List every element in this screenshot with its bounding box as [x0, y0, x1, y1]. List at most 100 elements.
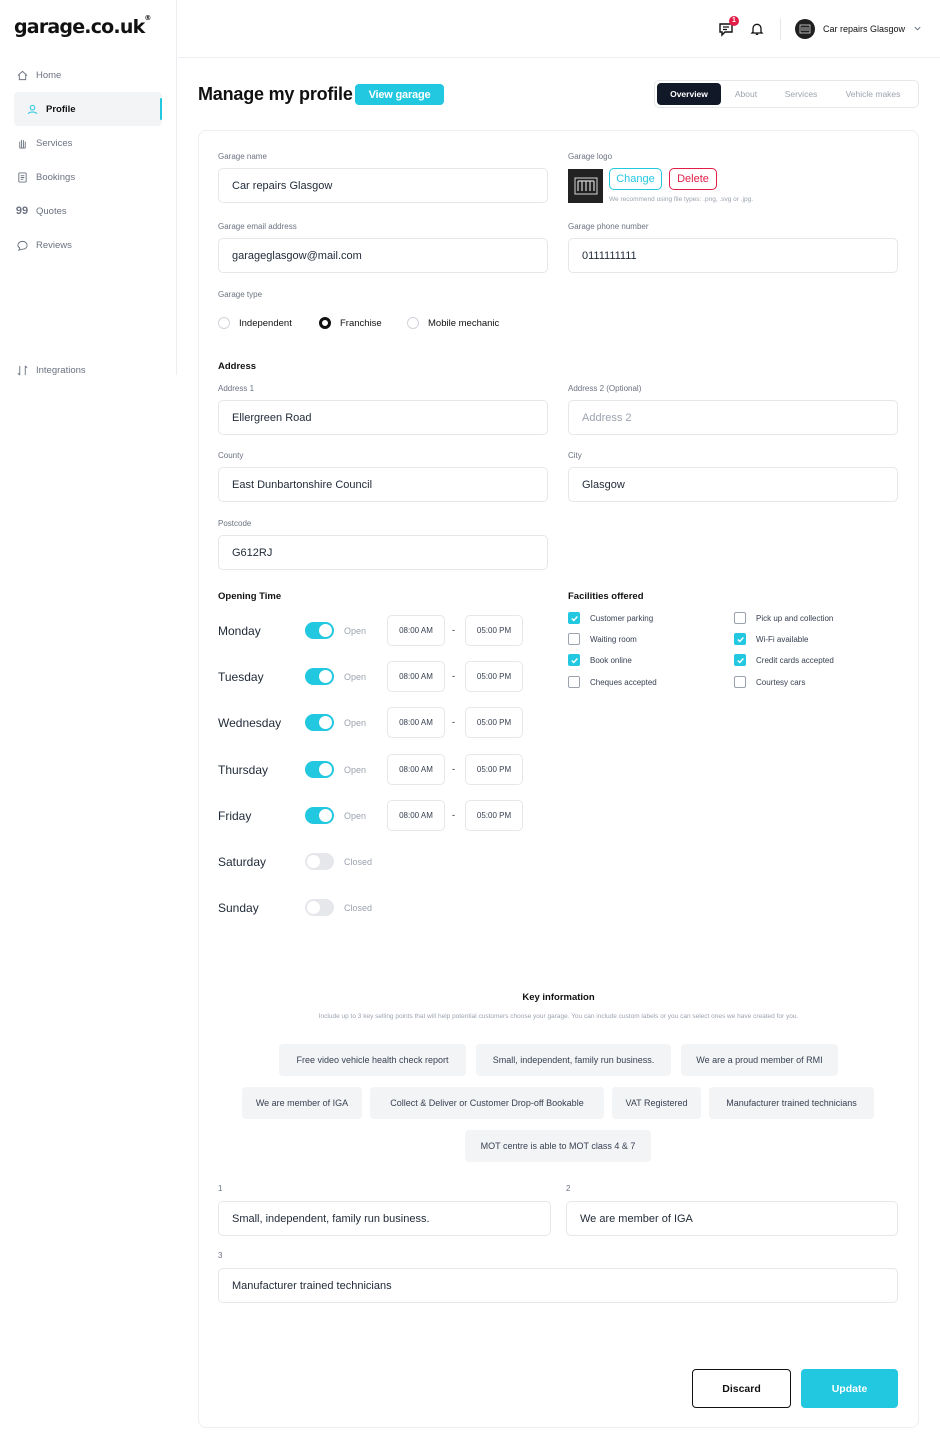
opening-to-field[interactable]: 05:00 PM [465, 661, 523, 692]
chevron-down-icon[interactable] [913, 24, 922, 35]
facilities-title: Facilities offered [568, 591, 644, 602]
key-info-chip[interactable]: VAT Registered [612, 1087, 701, 1119]
avatar[interactable] [794, 19, 815, 39]
opening-to-field[interactable]: 05:00 PM [465, 707, 523, 738]
divider [779, 18, 781, 40]
checkbox[interactable] [568, 633, 580, 645]
opening-to-field[interactable]: 05:00 PM [465, 615, 523, 646]
open-toggle[interactable] [305, 899, 334, 916]
facility-wifi[interactable]: Wi-Fi available [734, 633, 808, 645]
messages-icon[interactable]: 1 [718, 16, 739, 37]
integrations-icon [16, 364, 28, 376]
garage-name-input[interactable]: Car repairs Glasgow [218, 168, 548, 203]
chat-icon [16, 239, 28, 251]
postcode-field[interactable]: G612RJ [218, 535, 548, 570]
address1-field[interactable]: Ellergreen Road [218, 400, 548, 435]
radio-circle[interactable] [218, 317, 230, 329]
radio-mobile-mechanic[interactable]: Mobile mechanic [407, 317, 499, 329]
phone-field[interactable]: 0111111111 [568, 238, 898, 273]
facility-credit-cards[interactable]: Credit cards accepted [734, 654, 834, 666]
opening-from-field[interactable]: 08:00 AM [387, 754, 445, 785]
sidebar-item-services[interactable]: Services [0, 128, 176, 158]
radio-independent[interactable]: Independent [218, 317, 292, 329]
opening-to-field[interactable]: 05:00 PM [465, 754, 523, 785]
county-field[interactable]: East Dunbartonshire Council [218, 467, 548, 502]
key-information-subtitle: Include up to 3 key selling points that … [318, 1013, 799, 1020]
opening-from-field[interactable]: 08:00 AM [387, 661, 445, 692]
key-point-number: 3 [218, 1251, 223, 1260]
sidebar-item-label: Reviews [36, 239, 72, 251]
open-toggle[interactable] [305, 807, 334, 824]
checkbox[interactable] [734, 654, 746, 666]
tab-about[interactable]: About [721, 83, 771, 105]
sidebar-item-quotes[interactable]: 99 Quotes [0, 196, 176, 226]
key-info-chip[interactable]: Manufacturer trained technicians [709, 1087, 874, 1119]
logo-hint: We recommend using file types: .png, .sv… [609, 196, 754, 203]
open-toggle[interactable] [305, 853, 334, 870]
facility-customer-parking[interactable]: Customer parking [568, 612, 653, 624]
user-name[interactable]: Car repairs Glasgow [823, 24, 905, 34]
open-toggle[interactable] [305, 714, 334, 731]
delete-logo-button[interactable]: Delete [669, 168, 717, 190]
facility-pick-up[interactable]: Pick up and collection [734, 612, 833, 624]
key-point-field-2[interactable]: We are member of IGA [566, 1201, 898, 1236]
checkbox[interactable] [734, 676, 746, 688]
key-point-field-1[interactable]: Small, independent, family run business. [218, 1201, 551, 1236]
email-field[interactable]: garageglasgow@mail.com [218, 238, 548, 273]
garage-logo[interactable]: garage.co.uk® [14, 14, 151, 38]
key-info-chip[interactable]: Collect & Deliver or Customer Drop-off B… [370, 1087, 604, 1119]
city-field[interactable]: Glasgow [568, 467, 898, 502]
facility-cheques[interactable]: Cheques accepted [568, 676, 657, 688]
facility-waiting-room[interactable]: Waiting room [568, 633, 637, 645]
key-info-chip[interactable]: We are a proud member of RMI [681, 1044, 838, 1076]
sidebar-item-reviews[interactable]: Reviews [0, 230, 176, 260]
radio-circle[interactable] [407, 317, 419, 329]
facility-courtesy-cars[interactable]: Courtesy cars [734, 676, 805, 688]
key-point-field-3[interactable]: Manufacturer trained technicians [218, 1268, 898, 1303]
key-info-chip[interactable]: Small, independent, family run business. [476, 1044, 671, 1076]
checkbox[interactable] [568, 612, 580, 624]
tab-overview[interactable]: Overview [657, 83, 721, 105]
opening-from-field[interactable]: 08:00 AM [387, 615, 445, 646]
key-info-chip[interactable]: We are member of IGA [242, 1087, 362, 1119]
sidebar-item-profile[interactable]: Profile [14, 92, 162, 126]
discard-button[interactable]: Discard [692, 1369, 791, 1408]
open-toggle[interactable] [305, 622, 334, 639]
checkbox[interactable] [568, 676, 580, 688]
key-info-chip[interactable]: Free video vehicle health check report [279, 1044, 466, 1076]
key-point-number: 2 [566, 1184, 571, 1193]
opening-to-field[interactable]: 05:00 PM [465, 800, 523, 831]
city-label: City [568, 451, 582, 460]
tab-vehicle-makes[interactable]: Vehicle makes [831, 83, 915, 105]
radio-circle[interactable] [319, 317, 331, 329]
closed-state: Closed [344, 857, 373, 867]
open-state: Open [344, 765, 367, 775]
key-info-chip[interactable]: MOT centre is able to MOT class 4 & 7 [465, 1130, 651, 1162]
open-toggle[interactable] [305, 761, 334, 778]
sidebar-item-integrations[interactable]: Integrations [0, 355, 176, 385]
hand-icon [16, 137, 28, 149]
checkbox[interactable] [568, 654, 580, 666]
sidebar-item-label: Bookings [36, 171, 76, 183]
view-garage-button[interactable]: View garage [355, 84, 444, 105]
toggle-knob [307, 855, 320, 868]
opening-from-field[interactable]: 08:00 AM [387, 707, 445, 738]
update-button[interactable]: Update [801, 1369, 898, 1408]
change-logo-button[interactable]: Change [609, 168, 662, 190]
checkbox[interactable] [734, 633, 746, 645]
radio-franchise[interactable]: Franchise [319, 317, 382, 329]
toggle-knob [319, 624, 332, 637]
sidebar-item-bookings[interactable]: Bookings [0, 162, 176, 192]
sidebar-item-home[interactable]: Home [0, 60, 176, 90]
open-toggle[interactable] [305, 668, 334, 685]
bell-icon[interactable] [750, 22, 764, 36]
tab-services[interactable]: Services [771, 83, 831, 105]
facility-book-online[interactable]: Book online [568, 654, 632, 666]
radio-label: Franchise [340, 317, 382, 329]
time-separator: - [452, 625, 455, 635]
user-icon [26, 103, 38, 115]
checkbox[interactable] [734, 612, 746, 624]
opening-from-field[interactable]: 08:00 AM [387, 800, 445, 831]
toggle-knob [319, 716, 332, 729]
address2-field[interactable]: Address 2 [568, 400, 898, 435]
